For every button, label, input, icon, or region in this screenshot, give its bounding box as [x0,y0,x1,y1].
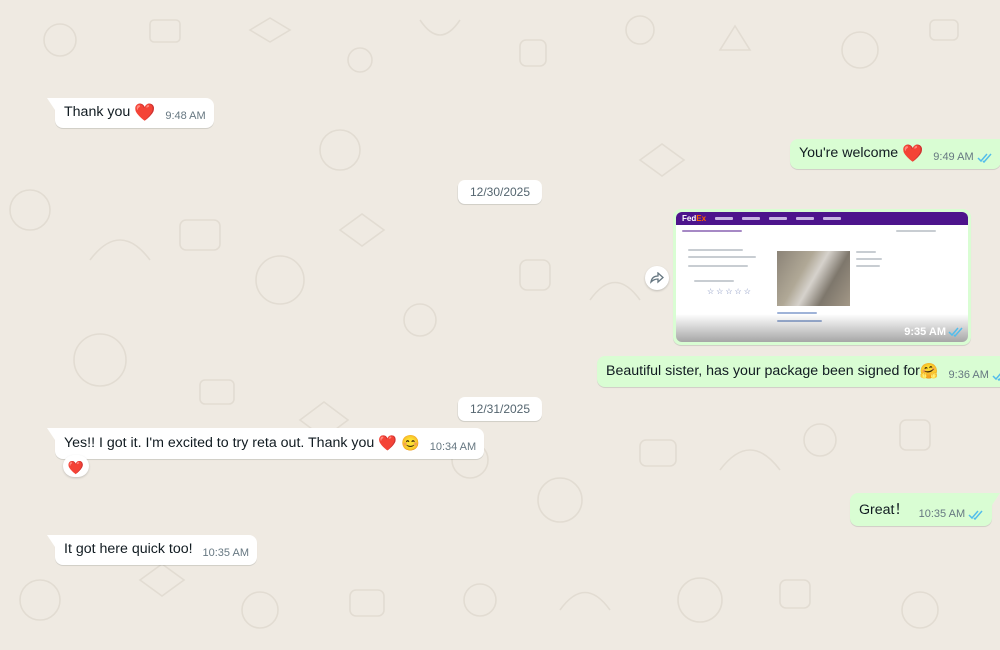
hugging-face-emoji: 🤗 [919,363,939,380]
message-time: 10:35 AM [202,547,249,559]
fedex-tracking-screenshot[interactable]: FedEx ☆☆☆☆☆ 9:35 AM [676,212,968,342]
message-time: 10:34 AM [429,441,477,453]
message-text: Beautiful sister, has your package been … [606,363,920,379]
package-photo [777,251,850,306]
message-text: It got here quick too! [64,541,193,557]
double-check-read-icon [992,372,1000,381]
message-bubble-incoming[interactable]: Thank you ❤️ 9:48 AM [47,98,214,128]
message-bubble-outgoing[interactable]: You're welcome ❤️ 9:49 AM [790,139,1000,169]
message-bubble-incoming[interactable]: It got here quick too! 10:35 AM [47,535,257,565]
message-bubble-outgoing[interactable]: Beautiful sister, has your package been … [597,356,1000,387]
forward-button[interactable] [645,266,669,290]
date-separator: 12/31/2025 [457,397,543,421]
message-time: 10:35 AM [918,508,966,520]
double-check-read-icon [968,510,983,520]
message-time: 9:36 AM [948,369,989,381]
message-time: 9:48 AM [165,110,206,122]
fedex-nav-bar: FedEx [676,212,968,225]
double-check-read-icon [948,327,963,337]
double-check-read-icon [977,153,992,163]
message-time: 9:49 AM [933,151,974,163]
heart-smile-emoji: ❤️ 😊 [378,435,420,452]
message-text: Great！ [859,502,909,518]
heart-emoji: ❤️ [134,103,156,122]
heart-reaction[interactable]: ❤️ [63,455,89,477]
rating-stars: ☆☆☆☆☆ [707,287,753,296]
message-bubble-incoming[interactable]: Yes!! I got it. I'm excited to try reta … [46,428,485,459]
message-text: You're welcome [799,145,899,161]
forward-arrow-icon [650,272,664,284]
heart-emoji: ❤️ [902,144,924,163]
date-separator: 12/30/2025 [457,180,543,204]
message-text: Yes!! I got it. I'm excited to try reta … [64,435,375,451]
image-time: 9:35 AM [904,326,946,338]
message-text: Thank you [64,104,131,120]
message-bubble-outgoing[interactable]: Great！ 10:35 AM [850,493,1000,526]
image-message[interactable]: FedEx ☆☆☆☆☆ 9:35 AM [673,209,971,345]
fedex-logo: FedEx [682,214,707,223]
